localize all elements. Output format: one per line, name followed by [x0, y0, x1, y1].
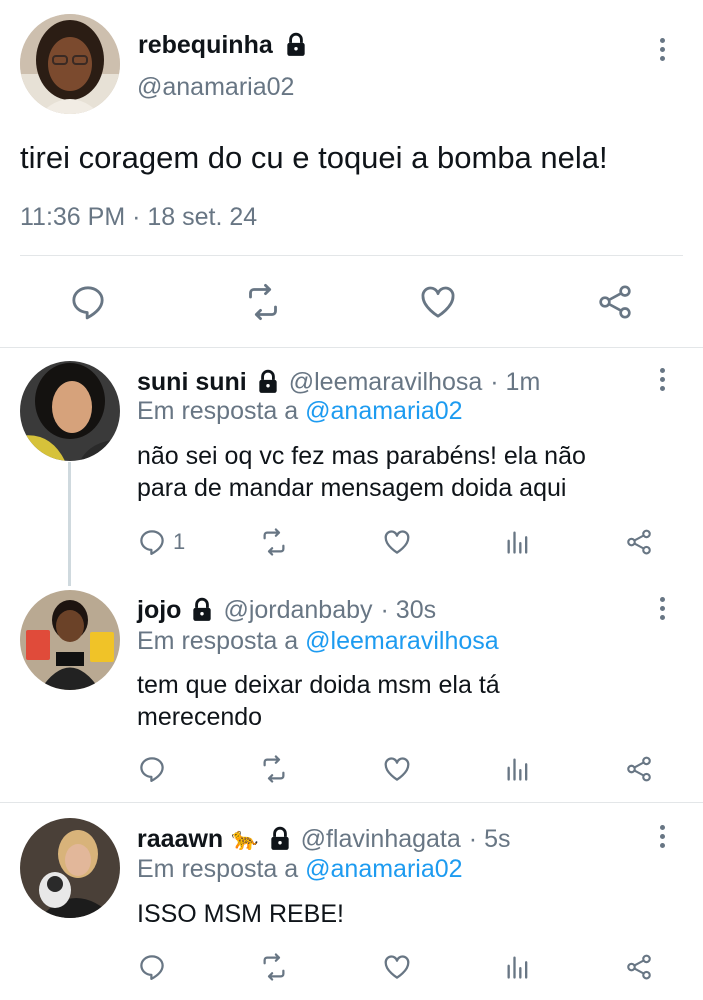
reply-prefix: Em resposta a	[137, 855, 299, 883]
tweet-text: tem que deixar doida msm ela tá merecend…	[137, 669, 500, 733]
lock-icon	[267, 826, 293, 852]
tweet-text: não sei oq vc fez mas parabéns! ela não …	[137, 440, 586, 504]
avatar[interactable]	[20, 818, 120, 918]
like-icon	[421, 286, 455, 318]
display-name[interactable]: rebequinha	[138, 31, 273, 60]
analytics-button[interactable]	[504, 952, 532, 987]
reply-to-link[interactable]: @anamaria02	[305, 397, 462, 425]
tweet-time: · 30s	[380, 595, 437, 624]
reply-button[interactable]	[137, 754, 167, 789]
tweet-timestamp: 11:36 PM · 18 set. 24	[20, 203, 258, 231]
reply-icon	[140, 757, 164, 782]
tweet-text-line: para de mandar mensagem doida aqui	[137, 474, 567, 502]
more-options-icon[interactable]	[658, 38, 666, 65]
share-button[interactable]	[624, 527, 654, 562]
reply-button[interactable]	[137, 952, 167, 987]
like-button[interactable]	[381, 527, 413, 562]
user-handle[interactable]: @jordanbaby	[223, 596, 372, 625]
user-handle[interactable]: @flavinhagata	[301, 825, 461, 854]
share-icon	[627, 756, 651, 782]
analytics-button[interactable]	[504, 754, 532, 789]
lock-icon	[283, 32, 309, 58]
reply-button[interactable]: 1	[137, 527, 185, 557]
analytics-icon	[507, 531, 528, 554]
reply-icon	[140, 530, 164, 555]
tweet-text-line: merecendo	[137, 703, 263, 731]
reply-button[interactable]	[68, 282, 108, 327]
analytics-button[interactable]	[504, 527, 532, 562]
tweet-text: tirei coragem do cu e toquei a bomba nel…	[20, 140, 608, 175]
more-options-icon[interactable]	[658, 825, 666, 852]
like-button[interactable]	[418, 282, 458, 327]
share-button[interactable]	[624, 952, 654, 987]
share-button[interactable]	[624, 754, 654, 789]
like-button[interactable]	[381, 952, 413, 987]
avatar[interactable]	[20, 14, 120, 114]
lock-icon	[255, 369, 281, 395]
share-icon	[627, 954, 651, 980]
thread-line	[68, 462, 71, 586]
divider	[20, 255, 683, 256]
like-button[interactable]	[381, 754, 413, 789]
analytics-icon	[507, 758, 528, 781]
display-name[interactable]: suni suni	[137, 368, 247, 397]
retweet-button[interactable]	[258, 952, 290, 987]
share-icon	[599, 285, 631, 319]
retweet-icon	[263, 528, 285, 556]
tweet-text: ISSO MSM REBE!	[137, 898, 344, 930]
like-icon	[384, 757, 410, 781]
share-button[interactable]	[595, 282, 635, 327]
retweet-button[interactable]	[258, 527, 290, 562]
retweet-icon	[263, 755, 285, 783]
reply-to-link[interactable]: @leemaravilhosa	[305, 627, 499, 655]
reply-icon	[140, 955, 164, 980]
like-icon	[384, 530, 410, 554]
user-handle[interactable]: @leemaravilhosa	[289, 368, 483, 397]
like-icon	[384, 955, 410, 979]
analytics-icon	[507, 956, 528, 979]
user-handle[interactable]: @anamaria02	[137, 73, 294, 102]
avatar[interactable]	[20, 590, 120, 690]
retweet-button[interactable]	[243, 282, 283, 327]
display-name[interactable]: jojo	[137, 596, 181, 625]
retweet-icon	[263, 953, 285, 981]
tweet-text-line: ISSO MSM REBE!	[137, 900, 344, 928]
reply-prefix: Em resposta a	[137, 397, 299, 425]
avatar[interactable]	[20, 361, 120, 461]
divider	[0, 347, 703, 348]
divider	[0, 802, 703, 803]
reply-count: 1	[173, 529, 186, 554]
tweet-text-line: tem que deixar doida msm ela tá	[137, 671, 500, 699]
tweet-time: · 5s	[468, 824, 511, 853]
tweet-time: · 1m	[490, 367, 541, 396]
display-name[interactable]: raaawn	[137, 825, 223, 854]
retweet-icon	[249, 283, 277, 321]
retweet-button[interactable]	[258, 754, 290, 789]
reply-icon	[72, 286, 104, 320]
share-icon	[627, 529, 651, 555]
lock-icon	[189, 597, 215, 623]
more-options-icon[interactable]	[658, 597, 666, 624]
tweet-text-line: não sei oq vc fez mas parabéns! ela não	[137, 442, 586, 470]
more-options-icon[interactable]	[658, 368, 666, 395]
reply-to-link[interactable]: @anamaria02	[305, 855, 462, 883]
reply-prefix: Em resposta a	[137, 627, 299, 655]
leopard-emoji: 🐆	[231, 826, 259, 851]
